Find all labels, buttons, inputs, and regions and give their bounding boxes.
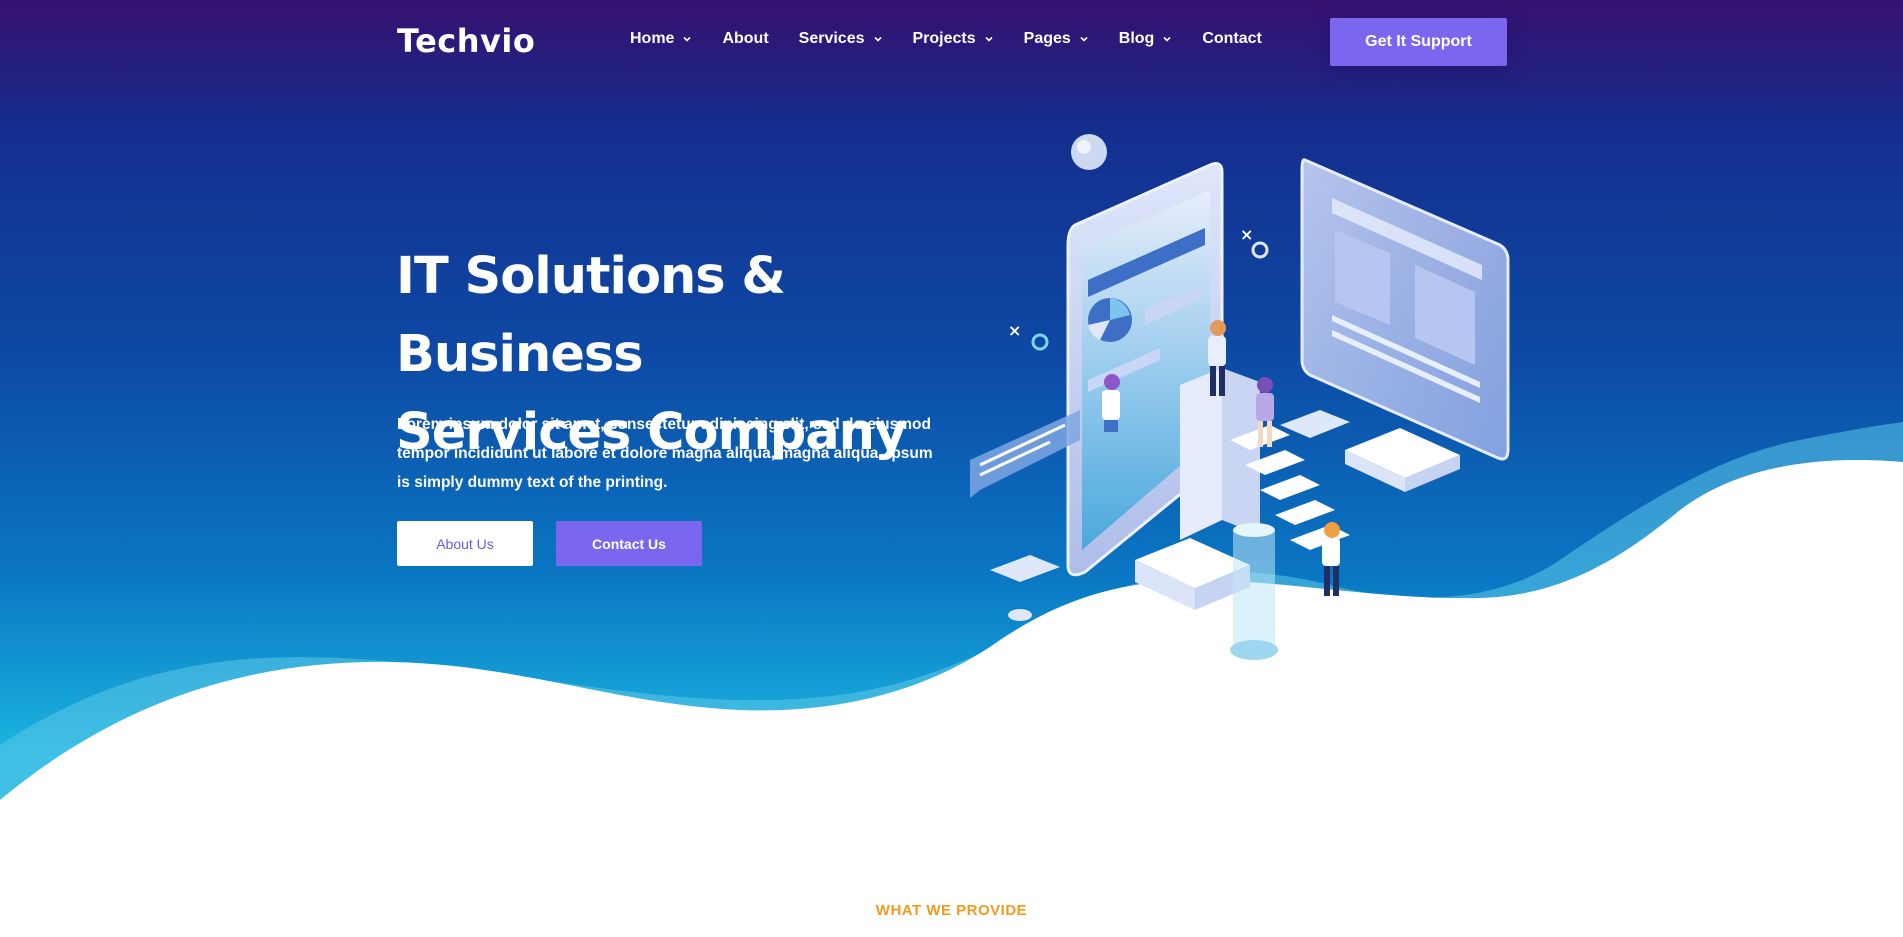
site-logo[interactable]: Techvio	[397, 22, 535, 60]
hero-section: Techvio Home About Services Projects Pag…	[0, 0, 1903, 937]
nav-item-contact[interactable]: Contact	[1202, 30, 1262, 48]
sphere-decoration	[1071, 134, 1107, 170]
nav-item-label: Blog	[1118, 30, 1155, 47]
person-figure	[1102, 374, 1120, 432]
nav-item-projects[interactable]: Projects	[913, 30, 994, 48]
puzzle-piece	[1280, 410, 1350, 438]
section-tag: WHAT WE PROVIDE	[875, 902, 1028, 919]
hero-title-line: IT Solutions & Business	[396, 247, 786, 384]
glass-tube	[1233, 530, 1275, 650]
nav-item-home[interactable]: Home	[630, 30, 692, 48]
nav-item-pages[interactable]: Pages	[1024, 30, 1089, 48]
main-nav: Home About Services Projects Pages Blog …	[630, 30, 1292, 48]
chevron-down-icon	[1163, 36, 1171, 42]
nav-item-label: Contact	[1202, 30, 1262, 47]
nav-item-about[interactable]: About	[722, 30, 768, 48]
nav-item-blog[interactable]: Blog	[1119, 30, 1173, 48]
chevron-down-icon	[683, 36, 692, 42]
contact-us-button[interactable]: Contact Us	[556, 521, 702, 566]
chevron-down-icon	[1080, 36, 1088, 42]
nav-item-services[interactable]: Services	[799, 30, 883, 48]
nav-item-label: Pages	[1023, 30, 1071, 47]
isometric-tech-illustration: × ×	[970, 134, 1510, 660]
nav-item-label: About	[722, 30, 769, 47]
person-figure	[1322, 522, 1340, 596]
nav-item-label: Services	[798, 30, 865, 47]
nav-item-label: Home	[630, 30, 675, 47]
svg-text:×: ×	[1240, 225, 1253, 244]
hero-description: Lorem ipsum dolor sit amet, consectetur …	[397, 416, 933, 491]
chevron-down-icon	[985, 36, 993, 42]
get-support-button[interactable]: Get It Support	[1330, 18, 1507, 66]
chevron-down-icon	[873, 36, 882, 42]
about-us-button[interactable]: About Us	[397, 521, 533, 566]
nav-item-label: Projects	[912, 30, 976, 47]
svg-text:×: ×	[1008, 321, 1021, 340]
